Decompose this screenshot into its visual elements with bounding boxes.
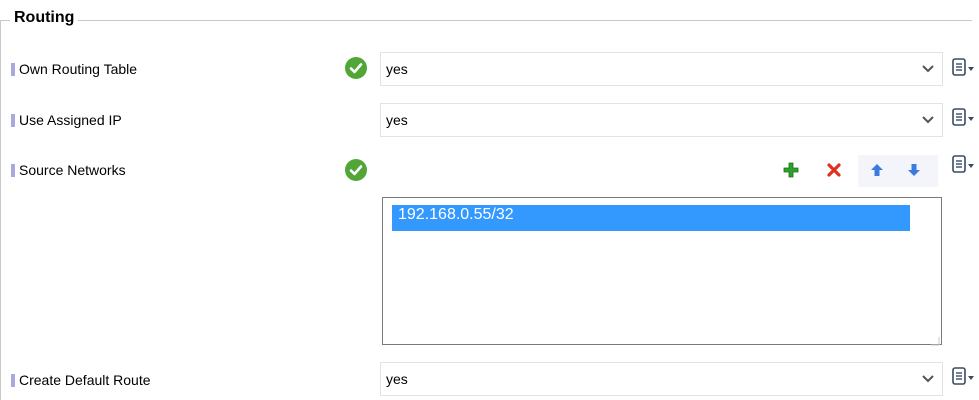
resize-grip[interactable]	[930, 333, 940, 346]
own-routing-table-select[interactable]: yes	[380, 52, 943, 86]
own-routing-table-label: Own Routing Table	[11, 60, 137, 78]
clipboard-menu-icon[interactable]	[951, 107, 975, 129]
label-text: Own Routing Table	[19, 61, 138, 77]
chevron-down-icon[interactable]	[914, 363, 942, 395]
move-up-button[interactable]	[863, 157, 891, 185]
select-value: yes	[386, 112, 408, 128]
clipboard-menu-icon[interactable]	[951, 57, 975, 79]
chevron-down-icon[interactable]	[914, 104, 942, 136]
group-title: Routing	[10, 9, 79, 27]
arrow-up-icon	[870, 163, 884, 180]
use-assigned-ip-select[interactable]: yes	[380, 103, 943, 137]
plus-icon	[783, 162, 799, 181]
list-item[interactable]: 192.168.0.55/32	[392, 205, 910, 231]
source-networks-label: Source Networks	[11, 161, 126, 179]
label-text: Use Assigned IP	[19, 112, 122, 128]
x-icon	[826, 162, 842, 181]
source-networks-list[interactable]: 192.168.0.55/32	[382, 197, 942, 346]
clipboard-menu-icon[interactable]	[951, 366, 975, 388]
check-circle-icon	[345, 159, 367, 181]
clipboard-menu-icon[interactable]	[951, 154, 975, 176]
label-text: Source Networks	[19, 162, 126, 178]
label-text: Create Default Route	[19, 372, 151, 388]
chevron-down-icon[interactable]	[914, 53, 942, 85]
select-value: yes	[386, 371, 408, 387]
move-down-button[interactable]	[900, 157, 928, 185]
use-assigned-ip-label: Use Assigned IP	[11, 111, 122, 129]
row-marker	[11, 163, 15, 177]
row-marker	[11, 113, 15, 127]
row-marker	[11, 373, 15, 387]
select-value: yes	[386, 61, 408, 77]
row-marker	[11, 62, 15, 76]
create-default-route-select[interactable]: yes	[380, 362, 943, 396]
add-button[interactable]	[777, 157, 805, 185]
arrow-down-icon	[907, 163, 921, 180]
delete-button[interactable]	[820, 157, 848, 185]
create-default-route-label: Create Default Route	[11, 371, 151, 389]
check-circle-icon	[345, 57, 367, 79]
